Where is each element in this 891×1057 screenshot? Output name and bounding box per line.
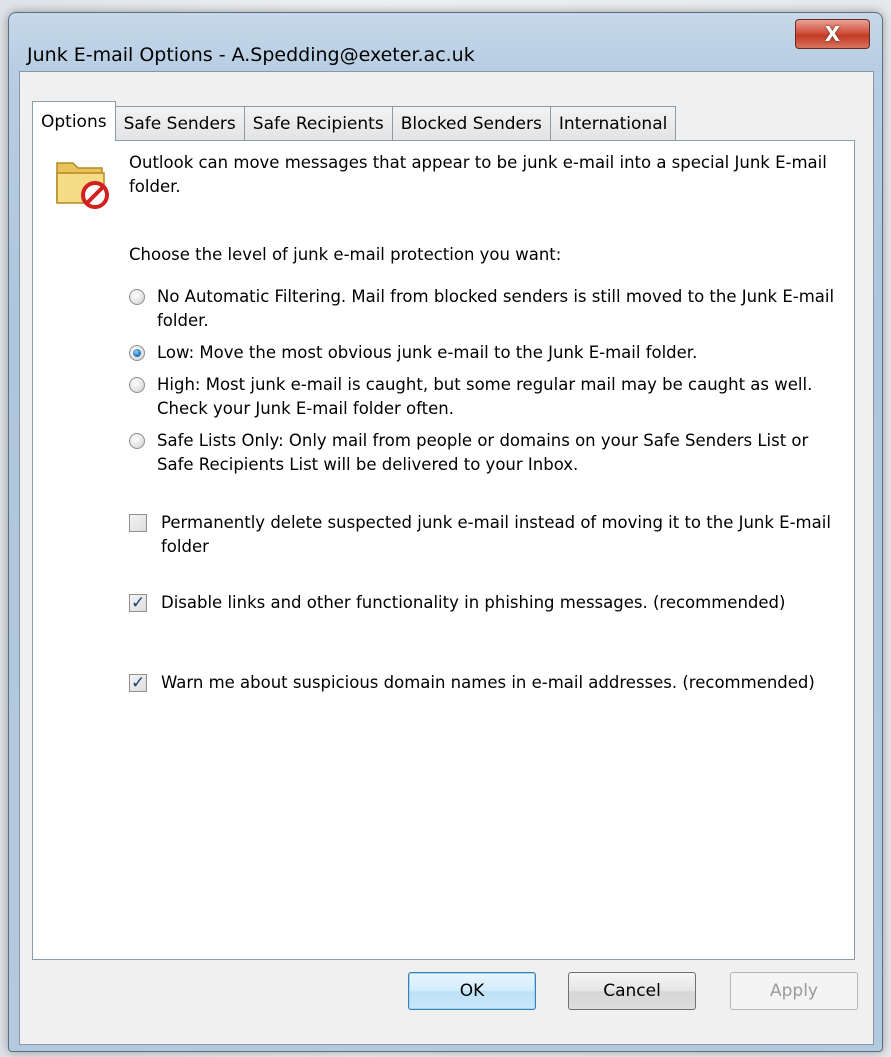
level-low[interactable]: Low: Move the most obvious junk e-mail t… xyxy=(129,341,849,365)
tab-safe-senders[interactable]: Safe Senders xyxy=(114,106,245,140)
level-high[interactable]: High: Most junk e-mail is caught, but so… xyxy=(129,373,849,421)
level-no-filtering[interactable]: No Automatic Filtering. Mail from blocke… xyxy=(129,285,849,333)
tab-international[interactable]: International xyxy=(549,106,677,140)
title-bar[interactable]: Junk E-mail Options - A.Spedding@exeter.… xyxy=(9,13,882,69)
no-filtering-radio[interactable] xyxy=(129,289,145,305)
apply-button[interactable]: Apply xyxy=(730,972,858,1010)
window-title: Junk E-mail Options - A.Spedding@exeter.… xyxy=(27,44,475,66)
level-label: Low: Move the most obvious junk e-mail t… xyxy=(157,343,698,362)
level-safe-lists-only[interactable]: Safe Lists Only: Only mail from people o… xyxy=(129,429,849,477)
disable-links-option[interactable]: Disable links and other functionality in… xyxy=(129,591,849,615)
permanently-delete-checkbox[interactable] xyxy=(129,514,147,532)
dialog-client-area: Options Safe Senders Safe Recipients Blo… xyxy=(19,71,874,1045)
junk-folder-icon xyxy=(56,162,109,209)
tab-strip: Options Safe Senders Safe Recipients Blo… xyxy=(32,100,677,141)
warn-domains-checkbox[interactable] xyxy=(129,671,147,695)
checkbox-label: Permanently delete suspected junk e-mail… xyxy=(161,513,831,556)
checkbox-label: Disable links and other functionality in… xyxy=(161,593,786,612)
ok-button[interactable]: OK xyxy=(408,972,536,1010)
intro-text: Outlook can move messages that appear to… xyxy=(129,153,827,196)
options-panel: Outlook can move messages that appear to… xyxy=(32,140,855,960)
permanently-delete-option[interactable]: Permanently delete suspected junk e-mail… xyxy=(129,511,849,559)
safe-lists-only-radio[interactable] xyxy=(129,433,145,449)
level-label: No Automatic Filtering. Mail from blocke… xyxy=(157,287,835,330)
close-button[interactable]: X xyxy=(795,19,870,49)
warn-suspicious-domains-option[interactable]: Warn me about suspicious domain names in… xyxy=(129,671,849,695)
level-label: High: Most junk e-mail is caught, but so… xyxy=(157,375,813,418)
tab-safe-recipients[interactable]: Safe Recipients xyxy=(243,106,393,140)
tab-options[interactable]: Options xyxy=(32,101,116,141)
close-icon: X xyxy=(824,22,841,46)
high-radio[interactable] xyxy=(129,377,145,393)
checkbox-label: Warn me about suspicious domain names in… xyxy=(161,673,815,692)
tab-blocked-senders[interactable]: Blocked Senders xyxy=(391,106,551,140)
disable-links-checkbox[interactable] xyxy=(129,591,147,615)
cancel-button[interactable]: Cancel xyxy=(568,972,696,1010)
junk-email-options-dialog: Junk E-mail Options - A.Spedding@exeter.… xyxy=(8,12,883,1052)
level-label: Safe Lists Only: Only mail from people o… xyxy=(157,431,809,474)
low-radio[interactable] xyxy=(129,345,145,361)
protection-level-heading: Choose the level of junk e-mail protecti… xyxy=(129,245,562,264)
